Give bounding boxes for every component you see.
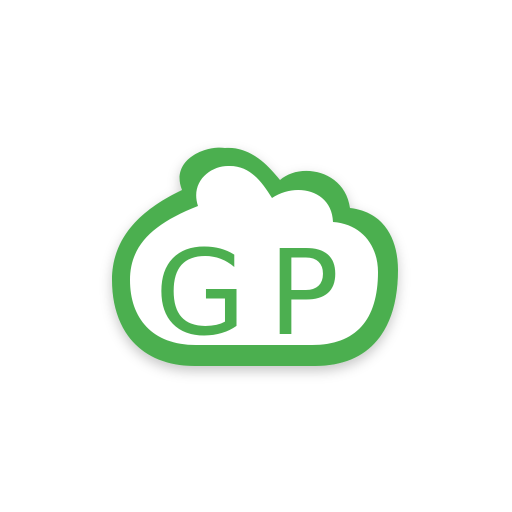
logo-text: GP: [155, 224, 362, 362]
gp-cloud-logo: GP: [0, 0, 512, 512]
gp-cloud-icon: GP: [112, 147, 398, 366]
